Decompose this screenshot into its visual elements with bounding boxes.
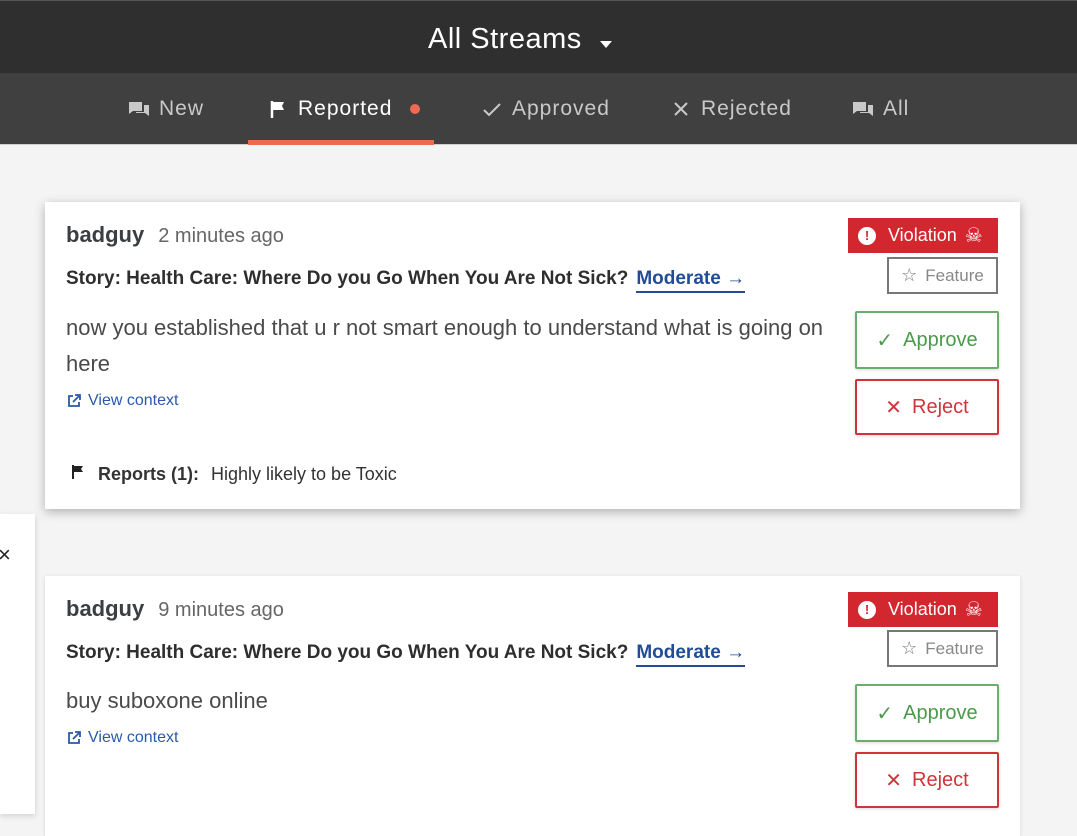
x-icon — [669, 97, 693, 121]
tab-reported[interactable]: Reported — [247, 73, 435, 145]
stream-title: All Streams — [428, 22, 582, 55]
feature-label: Feature — [925, 638, 984, 658]
tab-label: Approved — [512, 97, 610, 120]
view-context-link[interactable]: View context — [66, 729, 178, 747]
external-link-icon — [66, 393, 82, 409]
reject-label: Reject — [912, 395, 969, 418]
username[interactable]: badguy — [66, 596, 144, 622]
x-icon: ✕ — [885, 396, 903, 419]
star-icon: ☆ — [901, 638, 918, 658]
feature-label: Feature — [925, 265, 984, 285]
skull-icon: ☠ — [964, 224, 983, 247]
tab-label: Reported — [298, 97, 393, 120]
check-icon: ✓ — [876, 702, 894, 725]
feature-button[interactable]: ☆ Feature — [887, 630, 998, 667]
tab-all[interactable]: All — [851, 73, 909, 145]
stream-selector[interactable]: All Streams — [428, 19, 612, 59]
view-context-label: View context — [88, 392, 179, 409]
violation-badge: ! Violation ☠ — [848, 592, 998, 627]
tab-new[interactable]: New — [127, 73, 204, 145]
story-title: Story: Health Care: Where Do you Go When… — [66, 642, 629, 663]
violation-label: Violation — [888, 225, 957, 245]
view-context-label: View context — [88, 729, 179, 746]
approve-button[interactable]: ✓ Approve — [855, 311, 999, 369]
view-context-link[interactable]: View context — [66, 392, 178, 410]
reports-text: Highly likely to be Toxic — [211, 464, 397, 484]
check-icon — [480, 97, 504, 121]
violation-label: Violation — [888, 599, 957, 619]
tab-label: New — [159, 97, 205, 120]
alert-icon: ! — [858, 600, 876, 619]
caret-down-icon — [599, 40, 612, 48]
comment-body: buy suboxone online — [66, 688, 268, 713]
story-info: Story: Health Care: Where Do you Go When… — [66, 642, 746, 667]
timestamp: 9 minutes ago — [158, 599, 284, 621]
feature-button[interactable]: ☆ Feature — [887, 257, 998, 294]
username[interactable]: badguy — [66, 222, 144, 248]
reject-label: Reject — [912, 768, 969, 791]
external-link-icon — [66, 730, 82, 746]
tab-approved[interactable]: Approved — [480, 73, 610, 145]
chat-bubbles-icon — [127, 97, 151, 121]
comment-card: badguy 2 minutes ago Story: Health Care:… — [45, 202, 1020, 509]
star-icon: ☆ — [901, 265, 918, 285]
chat-bubbles-icon — [851, 97, 875, 121]
flag-icon — [70, 464, 86, 485]
story-info: Story: Health Care: Where Do you Go When… — [66, 268, 746, 293]
comment-body: now you established that u r not smart e… — [66, 315, 824, 376]
notification-dot — [410, 104, 421, 114]
tab-label: Rejected — [701, 97, 792, 120]
comment-meta: badguy 2 minutes ago — [66, 222, 284, 248]
check-icon: ✓ — [876, 329, 894, 352]
reports-summary: Reports (1): Highly likely to be Toxic — [70, 464, 397, 485]
x-icon: ✕ — [885, 769, 903, 792]
moderate-link[interactable]: Moderate → — [636, 268, 746, 293]
close-icon[interactable]: × — [0, 542, 11, 568]
moderation-tabs: New Reported Approved Rejected All — [0, 73, 1077, 145]
app-header: All Streams — [0, 0, 1077, 73]
tab-label: All — [883, 97, 910, 120]
side-panel: × — [0, 514, 35, 814]
moderate-link[interactable]: Moderate → — [636, 642, 746, 667]
story-title: Story: Health Care: Where Do you Go When… — [66, 268, 629, 289]
approve-label: Approve — [903, 701, 978, 724]
reject-button[interactable]: ✕ Reject — [855, 379, 999, 435]
reject-button[interactable]: ✕ Reject — [855, 752, 999, 808]
timestamp: 2 minutes ago — [158, 225, 284, 247]
skull-icon: ☠ — [964, 598, 983, 621]
reports-label: Reports (1): — [98, 464, 200, 484]
alert-icon: ! — [858, 226, 876, 245]
violation-badge: ! Violation ☠ — [848, 218, 998, 253]
comment-meta: badguy 9 minutes ago — [66, 596, 284, 622]
comment-card: badguy 9 minutes ago Story: Health Care:… — [45, 576, 1020, 836]
flag-icon — [266, 97, 290, 121]
approve-label: Approve — [903, 328, 978, 351]
approve-button[interactable]: ✓ Approve — [855, 684, 999, 742]
tab-rejected[interactable]: Rejected — [669, 73, 792, 145]
